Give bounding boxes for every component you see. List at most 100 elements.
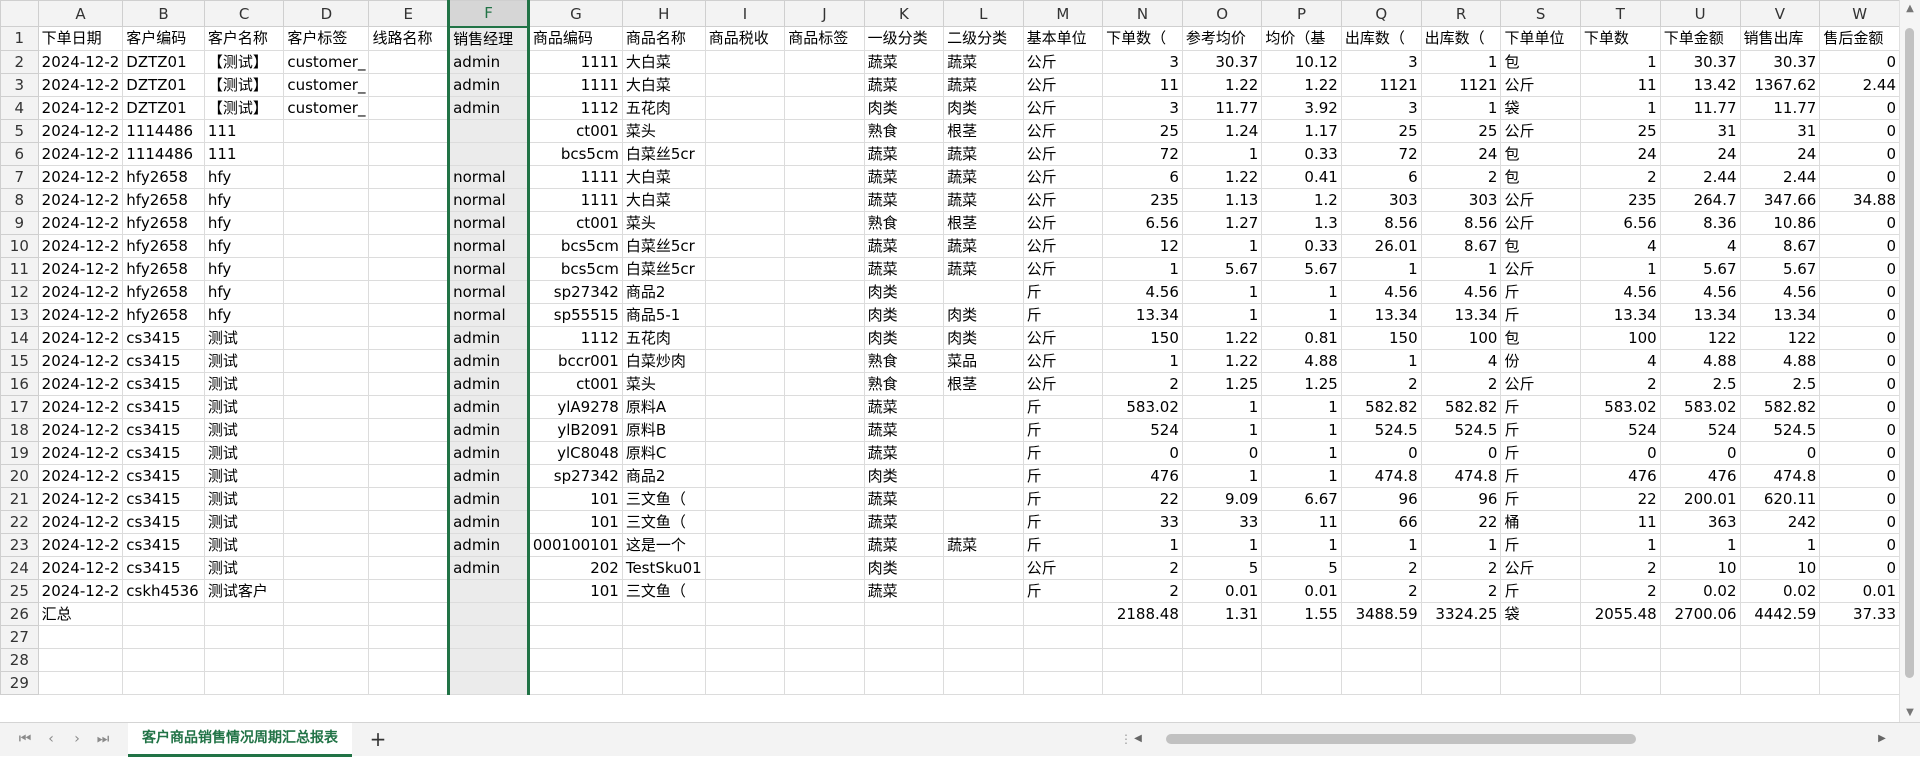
cell-m10[interactable]: 公斤 <box>1022 233 1104 258</box>
scroll-right-icon[interactable]: ▶ <box>1874 731 1890 747</box>
cell-n16[interactable]: 2 <box>1102 371 1183 396</box>
cell-n6[interactable]: 72 <box>1102 141 1183 166</box>
cell-n5[interactable]: 25 <box>1102 118 1183 143</box>
cell-f25[interactable] <box>447 578 530 603</box>
cell-s22[interactable]: 桶 <box>1500 509 1581 534</box>
cell-s28[interactable] <box>1500 647 1581 672</box>
cell-p23[interactable]: 1 <box>1261 532 1342 557</box>
cell-j25[interactable] <box>784 578 865 603</box>
cell-s4[interactable]: 袋 <box>1500 95 1581 120</box>
cell-c21[interactable]: 测试 <box>203 486 285 511</box>
cell-b13[interactable]: hfy2658 <box>122 302 205 327</box>
cell-o5[interactable]: 1.24 <box>1181 118 1263 143</box>
cell-g20[interactable]: sp27342 <box>527 463 623 488</box>
row-header[interactable]: 5 <box>0 118 39 143</box>
cell-h12[interactable]: 商品2 <box>621 279 706 304</box>
cell-g12[interactable]: sp27342 <box>527 279 623 304</box>
cell-o8[interactable]: 1.13 <box>1181 187 1263 212</box>
cell-l15[interactable]: 菜品 <box>943 348 1024 373</box>
cell-v6[interactable]: 24 <box>1739 141 1821 166</box>
cell-n11[interactable]: 1 <box>1102 256 1183 281</box>
cell-l5[interactable]: 根茎 <box>943 118 1024 143</box>
row-header[interactable]: 3 <box>0 72 39 97</box>
cell-r17[interactable]: 582.82 <box>1420 394 1502 419</box>
cell-l1[interactable]: 二级分类 <box>943 26 1024 51</box>
row-header[interactable]: 7 <box>0 164 39 189</box>
cell-m6[interactable]: 公斤 <box>1022 141 1104 166</box>
cell-c6[interactable]: 111 <box>203 141 285 166</box>
cell-b29[interactable] <box>122 670 205 695</box>
cell-p24[interactable]: 5 <box>1261 555 1342 580</box>
cell-q6[interactable]: 72 <box>1340 141 1422 166</box>
cell-s14[interactable]: 包 <box>1500 325 1581 350</box>
cell-r1[interactable]: 出库数（ <box>1420 26 1502 51</box>
cell-u21[interactable]: 200.01 <box>1659 486 1741 511</box>
cell-b2[interactable]: DZTZ01 <box>122 49 205 74</box>
cell-l24[interactable] <box>943 555 1024 580</box>
cell-u1[interactable]: 下单金额 <box>1659 26 1741 51</box>
cell-k13[interactable]: 肉类 <box>863 302 945 327</box>
cell-r19[interactable]: 0 <box>1420 440 1502 465</box>
cell-v20[interactable]: 474.8 <box>1739 463 1821 488</box>
cell-t16[interactable]: 2 <box>1579 371 1661 396</box>
cell-j18[interactable] <box>784 417 865 442</box>
cell-f21[interactable]: admin <box>447 486 530 511</box>
cell-v1[interactable]: 销售出库 <box>1739 26 1821 51</box>
cell-d16[interactable] <box>283 371 370 396</box>
cell-s9[interactable]: 公斤 <box>1500 210 1581 235</box>
cell-k27[interactable] <box>863 624 945 649</box>
cell-f10[interactable]: normal <box>447 233 530 258</box>
cell-u18[interactable]: 524 <box>1659 417 1741 442</box>
cell-b21[interactable]: cs3415 <box>122 486 205 511</box>
cell-v18[interactable]: 524.5 <box>1739 417 1821 442</box>
sheet-tab-active[interactable]: 客户商品销售情况周期汇总报表 <box>128 723 352 757</box>
cell-f23[interactable]: admin <box>447 532 530 557</box>
cell-e27[interactable] <box>368 624 450 649</box>
cell-v19[interactable]: 0 <box>1739 440 1821 465</box>
cell-n9[interactable]: 6.56 <box>1102 210 1183 235</box>
cell-p14[interactable]: 0.81 <box>1261 325 1342 350</box>
cell-w7[interactable]: 0 <box>1819 164 1900 189</box>
cell-c5[interactable]: 111 <box>203 118 285 143</box>
cell-i25[interactable] <box>704 578 786 603</box>
cell-h7[interactable]: 大白菜 <box>621 164 706 189</box>
cell-a7[interactable]: 2024-12-2 <box>37 164 124 189</box>
cell-a1[interactable]: 下单日期 <box>37 26 124 51</box>
cell-n19[interactable]: 0 <box>1102 440 1183 465</box>
cell-b16[interactable]: cs3415 <box>122 371 205 396</box>
column-header-p[interactable]: P <box>1261 0 1342 27</box>
cell-d3[interactable]: customer_ <box>283 72 370 97</box>
cell-m8[interactable]: 公斤 <box>1022 187 1104 212</box>
cell-e3[interactable] <box>368 72 450 97</box>
cell-a29[interactable] <box>37 670 124 695</box>
cell-h10[interactable]: 白菜丝5cr <box>621 233 706 258</box>
row-header[interactable]: 20 <box>0 463 39 488</box>
cell-u15[interactable]: 4.88 <box>1659 348 1741 373</box>
row-header[interactable]: 1 <box>0 26 39 51</box>
cell-s6[interactable]: 包 <box>1500 141 1581 166</box>
cell-p19[interactable]: 1 <box>1261 440 1342 465</box>
cell-q23[interactable]: 1 <box>1340 532 1422 557</box>
row-header[interactable]: 28 <box>0 647 39 672</box>
cell-c18[interactable]: 测试 <box>203 417 285 442</box>
cell-i15[interactable] <box>704 348 786 373</box>
cell-b25[interactable]: cskh4536 <box>122 578 205 603</box>
cell-w29[interactable] <box>1819 670 1900 695</box>
cell-v13[interactable]: 13.34 <box>1739 302 1821 327</box>
cell-i17[interactable] <box>704 394 786 419</box>
cell-h11[interactable]: 白菜丝5cr <box>621 256 706 281</box>
cell-c26[interactable] <box>203 601 285 626</box>
cell-v16[interactable]: 2.5 <box>1739 371 1821 396</box>
cell-h14[interactable]: 五花肉 <box>621 325 706 350</box>
cell-m14[interactable]: 公斤 <box>1022 325 1104 350</box>
cell-b7[interactable]: hfy2658 <box>122 164 205 189</box>
cell-d1[interactable]: 客户标签 <box>283 26 370 51</box>
cell-t21[interactable]: 22 <box>1579 486 1661 511</box>
cell-s12[interactable]: 斤 <box>1500 279 1581 304</box>
cell-h28[interactable] <box>621 647 706 672</box>
cell-b20[interactable]: cs3415 <box>122 463 205 488</box>
vertical-scrollbar[interactable]: ▲ ▼ <box>1899 0 1920 722</box>
row-header[interactable]: 24 <box>0 555 39 580</box>
cell-v21[interactable]: 620.11 <box>1739 486 1821 511</box>
cell-d8[interactable] <box>283 187 370 212</box>
